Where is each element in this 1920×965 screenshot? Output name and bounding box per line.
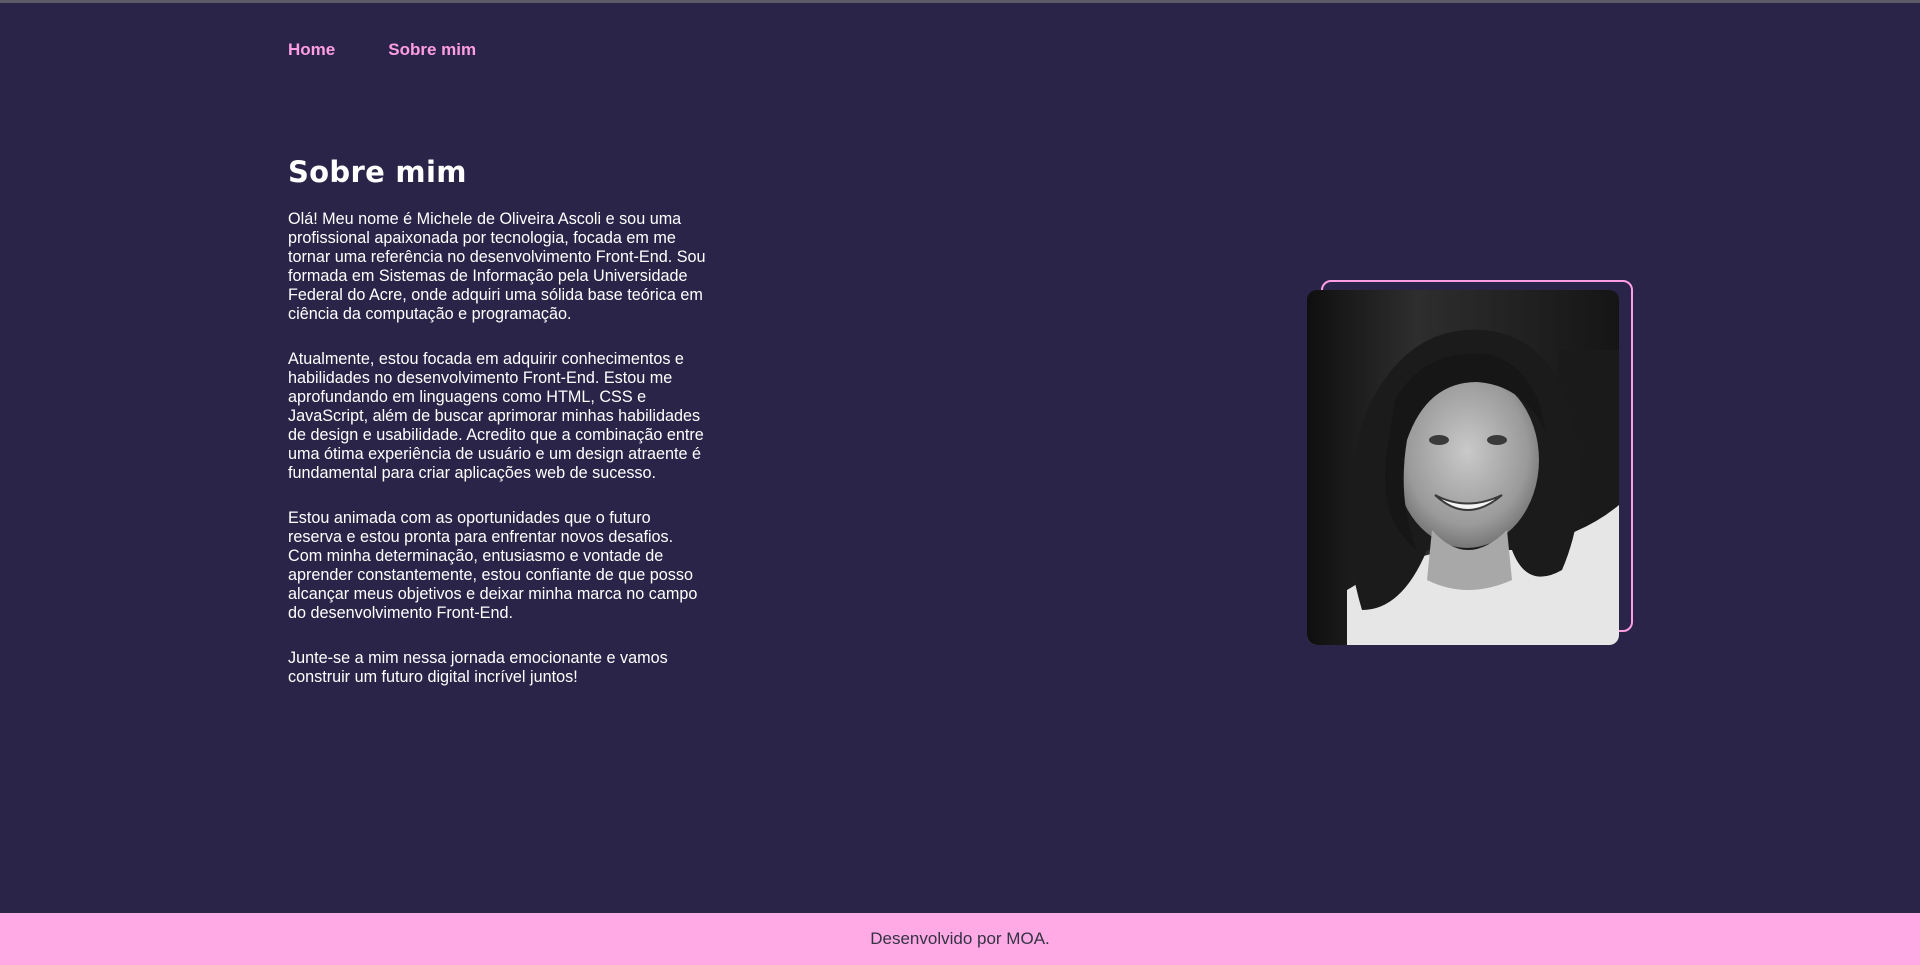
about-paragraph-1: Olá! Meu nome é Michele de Oliveira Asco… bbox=[288, 210, 706, 323]
about-paragraph-2: Atualmente, estou focada em adquirir con… bbox=[288, 350, 704, 482]
top-border bbox=[0, 0, 1920, 3]
about-paragraph-3: Estou animada com as oportunidades que o… bbox=[288, 509, 698, 622]
about-section: Sobre mim Olá! Meu nome é Michele de Oli… bbox=[288, 152, 708, 713]
profile-photo-icon bbox=[1307, 290, 1619, 645]
page-title: Sobre mim bbox=[288, 155, 467, 189]
main-nav: Home Sobre mim bbox=[288, 38, 476, 62]
about-paragraph-4: Junte-se a mim nessa jornada emocionante… bbox=[288, 649, 668, 686]
profile-photo bbox=[1307, 290, 1619, 645]
nav-sobre-mim-link[interactable]: Sobre mim bbox=[388, 38, 476, 62]
footer: Desenvolvido por MOA. bbox=[0, 913, 1920, 965]
footer-credit: Desenvolvido por MOA. bbox=[870, 929, 1050, 948]
nav-home-link[interactable]: Home bbox=[288, 38, 335, 62]
profile-photo-container bbox=[1307, 280, 1633, 646]
